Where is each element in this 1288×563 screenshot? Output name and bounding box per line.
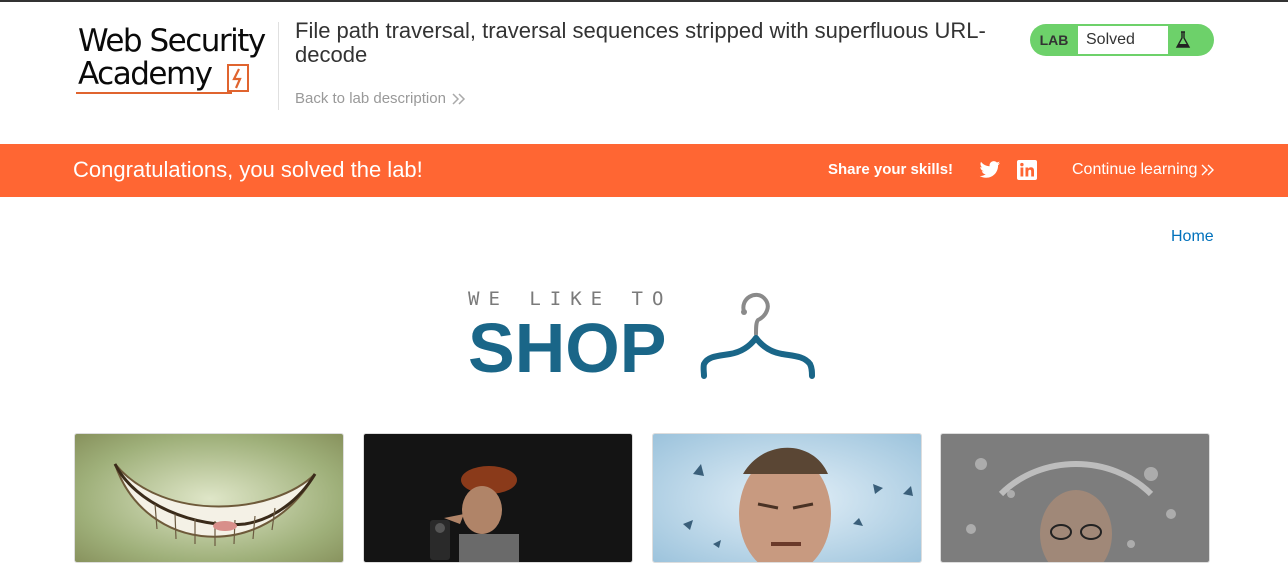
product-image-man-water-splash — [941, 434, 1209, 562]
product-card[interactable] — [652, 433, 922, 563]
logo-text-line1: Web Security — [78, 23, 266, 59]
logo-text-line2: Academy — [78, 56, 213, 92]
lab-header: Web Security Academy File path traversal… — [0, 2, 1288, 144]
product-card[interactable] — [363, 433, 633, 563]
logo-underline — [76, 92, 232, 94]
header-divider — [278, 22, 279, 110]
congratulations-message: Congratulations, you solved the lab! — [73, 157, 423, 182]
we-like-to-shop-logo: WE LIKE TO SHOP — [468, 284, 828, 384]
logo-lightning-icon — [227, 64, 249, 92]
continue-learning-link[interactable]: Continue learning — [1072, 161, 1215, 179]
lab-tag: LAB — [1039, 32, 1069, 48]
back-link-label: Back to lab description — [295, 90, 446, 107]
product-image-man-with-camera — [364, 434, 632, 562]
flask-icon — [1168, 26, 1198, 54]
lab-status-widget: LAB Solved — [1030, 24, 1214, 56]
solved-notification-bar: Congratulations, you solved the lab! Sha… — [0, 144, 1288, 197]
coat-hanger-icon — [700, 292, 815, 379]
product-image-cheshire-grin — [75, 434, 343, 562]
product-card[interactable] — [74, 433, 344, 563]
share-skills-label: Share your skills! — [828, 161, 954, 178]
shop-word: SHOP — [468, 309, 667, 387]
linkedin-icon[interactable] — [1017, 160, 1037, 180]
product-image-man-squinting — [653, 434, 921, 562]
home-link[interactable]: Home — [1171, 228, 1214, 246]
shop-tagline: WE LIKE TO — [468, 288, 673, 310]
continue-learning-label: Continue learning — [1072, 161, 1198, 178]
lab-title: File path traversal, traversal sequences… — [295, 18, 986, 67]
twitter-icon[interactable] — [979, 160, 1001, 180]
back-to-lab-description-link[interactable]: Back to lab description — [295, 90, 466, 107]
double-chevron-right-icon — [1201, 164, 1215, 176]
product-grid — [74, 433, 1214, 563]
product-card[interactable] — [940, 433, 1210, 563]
web-security-academy-logo[interactable]: Web Security Academy — [74, 22, 278, 112]
double-chevron-right-icon — [452, 92, 465, 105]
lab-status-value: Solved — [1078, 26, 1168, 54]
